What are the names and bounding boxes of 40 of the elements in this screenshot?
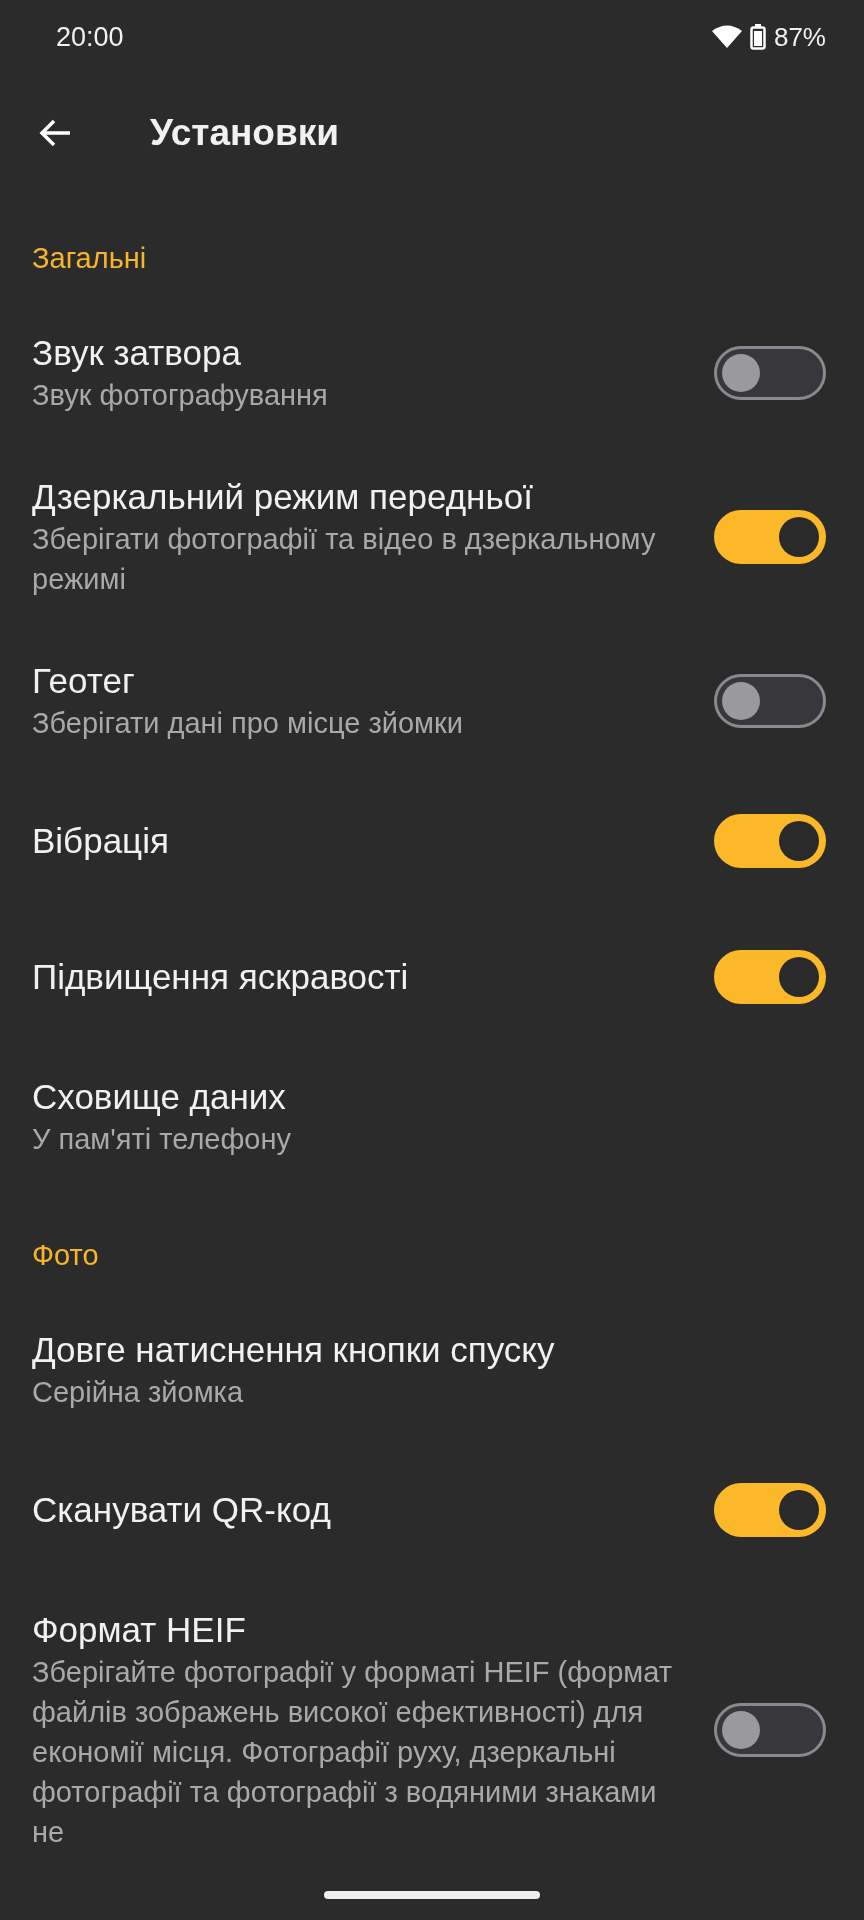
setting-title: Формат HEIF: [32, 1609, 247, 1651]
settings-row[interactable]: Дзеркальний режим передньої Зберігати фотографії та відео в дзеркальному режимі: [0, 445, 864, 629]
section-header: Фото: [31, 1238, 100, 1273]
wifi-icon: [711, 25, 742, 49]
gesture-handle[interactable]: [324, 1891, 540, 1899]
toggle-switch[interactable]: [714, 346, 826, 400]
setting-title: Сканувати QR-код: [32, 1489, 332, 1531]
back-arrow-icon: [38, 118, 72, 148]
settings-row[interactable]: Довге натиснення кнопки спуску Серійна зйомка: [0, 1298, 864, 1442]
settings-row[interactable]: Формат HEIF Зберігайте фотографії у форматі HEIF (формат файлів зображень високої ефективності) для економії місця. Фотографії руху, дзеркальні фотографії та фотографії з водяними знаками не: [0, 1578, 864, 1870]
toggle-switch[interactable]: [714, 1483, 826, 1537]
setting-description: Зберігати дані про місце зйомки: [32, 706, 464, 741]
setting-description: Звук фотографування: [32, 378, 329, 413]
setting-title: Дзеркальний режим передньої: [32, 476, 534, 518]
settings-row[interactable]: Вібрація: [0, 773, 864, 909]
setting-title: Підвищення яскравості: [32, 956, 410, 998]
toggle-switch[interactable]: [714, 1703, 826, 1757]
setting-title: Сховище даних: [32, 1076, 287, 1118]
setting-description: Зберігати фотографії та відео в дзеркальному режимі: [32, 522, 657, 597]
settings-row[interactable]: Підвищення яскравості: [0, 909, 864, 1045]
setting-title: Довге натиснення кнопки спуску: [32, 1329, 556, 1371]
setting-description: Зберігайте фотографії у форматі HEIF (формат файлів зображень високої ефективності) для економії місця. Фотографії руху, дзеркальні фотографії та фотографії з водяними знаками не: [32, 1655, 674, 1850]
battery-level: 87%: [773, 21, 826, 53]
screen-title: Установки: [150, 112, 339, 154]
setting-title: Звук затвора: [32, 332, 242, 374]
toggle-switch[interactable]: [714, 950, 826, 1004]
toggle-switch[interactable]: [714, 814, 826, 868]
setting-description: У пам'яті телефону: [32, 1122, 292, 1157]
setting-title: Геотег: [32, 660, 136, 702]
section-header: Загальні: [31, 241, 148, 276]
toggle-switch[interactable]: [714, 674, 826, 728]
settings-row[interactable]: Звук затвора Звук фотографування: [0, 301, 864, 445]
status-time: 20:00: [56, 21, 124, 53]
settings-row[interactable]: Геотег Зберігати дані про місце зйомки: [0, 629, 864, 773]
battery-icon: [749, 24, 766, 50]
setting-description: Серійна зйомка: [32, 1375, 245, 1410]
setting-title: Вібрація: [32, 820, 170, 862]
settings-row[interactable]: Сховище даних У пам'яті телефону: [0, 1045, 864, 1189]
settings-row[interactable]: Сканувати QR-код: [0, 1442, 864, 1578]
toggle-switch[interactable]: [714, 510, 826, 564]
